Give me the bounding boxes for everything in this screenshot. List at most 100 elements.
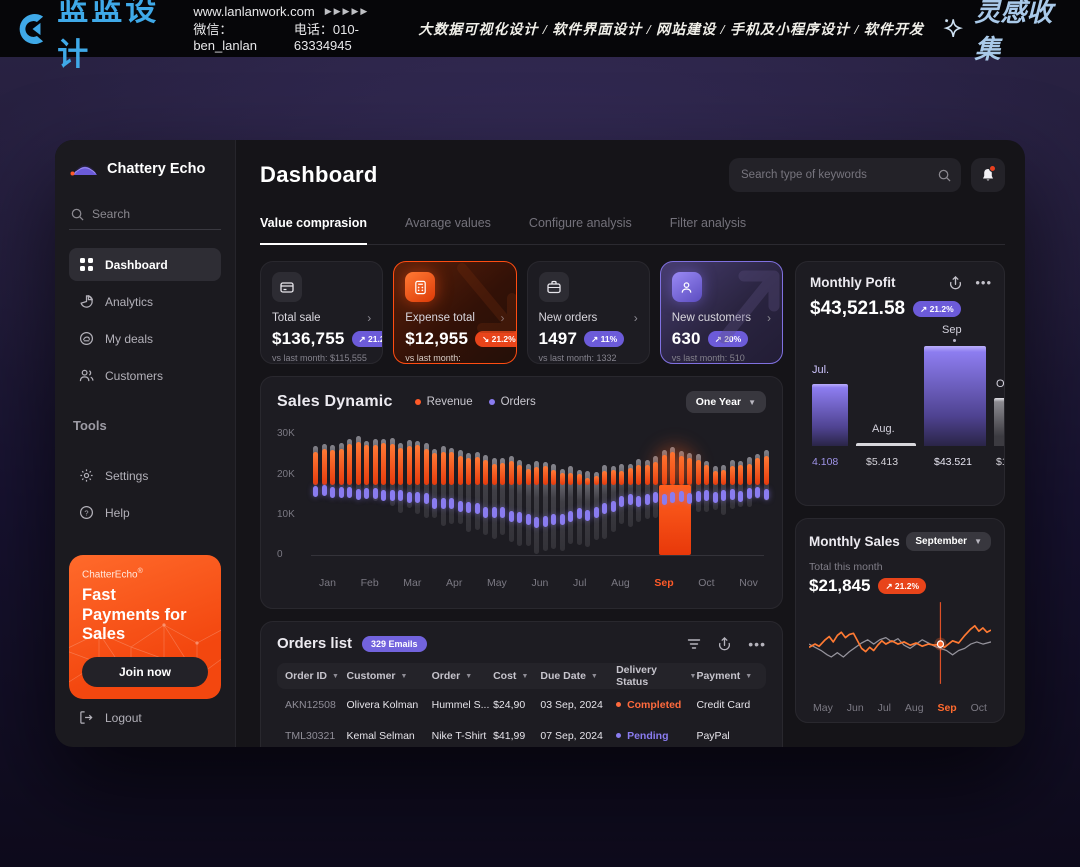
wave-bar: [602, 503, 607, 514]
sidebar: Chattery Echo Search Dashboard: [55, 140, 236, 747]
legend-orders: Orders: [489, 396, 536, 408]
x-label: Aug: [905, 702, 924, 714]
banner-services: 大数据可视化设计 / 软件界面设计 / 网站建设 / 手机及小程序设计 / 软件…: [418, 19, 924, 39]
monthly-sales-subtitle: Total this month: [809, 561, 991, 573]
wave-bar: [611, 470, 616, 484]
stat-card-expense-total[interactable]: Expense total› $12,955↘ 21.2% vs last mo…: [393, 261, 516, 364]
filter-icon[interactable]: [687, 637, 701, 651]
trend-badge: ↗ 11%: [584, 331, 624, 347]
more-icon[interactable]: •••: [975, 275, 992, 290]
wave-bar: [585, 510, 590, 521]
column-header[interactable]: Payment▼: [696, 670, 757, 682]
sidebar-item-customers[interactable]: Customers: [69, 359, 221, 392]
wave-bar: [381, 443, 386, 485]
legend-revenue: Revenue: [415, 396, 473, 408]
line-chart: [809, 600, 991, 686]
chevron-right-icon[interactable]: ›: [634, 311, 638, 325]
main-content: Dashboard: [236, 140, 1025, 747]
wave-bar: [713, 471, 718, 484]
logout-button[interactable]: Logout: [69, 704, 221, 731]
wave-bar: [713, 492, 718, 503]
grid-icon: [79, 257, 94, 272]
stat-card-total-sale[interactable]: Total sale› $136,755↗ 21.2% vs last mont…: [260, 261, 383, 364]
wave-bar: [526, 514, 531, 525]
table-row[interactable]: AKN12508Olivera KolmanHummel S...$24,900…: [277, 689, 766, 720]
wave-bar: [755, 487, 760, 498]
column-header[interactable]: Order ID▼: [285, 670, 346, 682]
marker-dot: [953, 339, 956, 342]
legend: Revenue Orders: [415, 396, 536, 408]
status-badge: Pending: [616, 730, 696, 742]
sidebar-search[interactable]: Search: [69, 201, 221, 230]
export-icon[interactable]: [948, 275, 963, 290]
wave-bar: [730, 466, 735, 484]
notifications-button[interactable]: [971, 158, 1005, 192]
wave-bar: [628, 468, 633, 485]
join-now-button[interactable]: Join now: [82, 657, 208, 687]
wave-bar: [483, 507, 488, 518]
stat-card-new-customers[interactable]: New customers› 630↗ 20% vs last month: 5…: [660, 261, 783, 364]
marker-dot: [937, 641, 943, 647]
sidebar-nav: Dashboard Analytics My deals: [69, 248, 221, 392]
sidebar-tools: Settings ? Help: [69, 459, 221, 529]
global-search[interactable]: [729, 158, 961, 192]
sidebar-item-analytics[interactable]: Analytics: [69, 285, 221, 318]
stat-cards-row: Total sale› $136,755↗ 21.2% vs last mont…: [260, 261, 783, 364]
wave-bar: [449, 498, 454, 509]
wave-bar: [568, 473, 573, 485]
monthly-profit-card: Monthly Pofit ••• $43,521.58 ↗ 21.2%: [795, 261, 1005, 506]
wave-bar: [517, 512, 522, 523]
wave-bar: [415, 445, 420, 485]
wave-bar: [398, 448, 403, 485]
wave-bar: [653, 492, 658, 503]
tab-filter-analysis[interactable]: Filter analysis: [670, 216, 746, 244]
bar-aug: [856, 443, 916, 446]
help-icon: ?: [79, 505, 94, 520]
export-icon[interactable]: [717, 636, 732, 651]
x-labels: MayJunJulAugSepOct: [809, 700, 991, 714]
app-logo-icon: [69, 160, 99, 177]
wave-bar: [347, 487, 352, 498]
monthly-profit-title: Monthly Pofit: [810, 275, 895, 290]
sidebar-item-dashboard[interactable]: Dashboard: [69, 248, 221, 281]
gear-icon: [79, 468, 94, 483]
sidebar-item-settings[interactable]: Settings: [69, 459, 221, 492]
app-brand: Chattery Echo: [69, 160, 221, 177]
range-select[interactable]: One Year▼: [686, 391, 766, 413]
bar-value: $43.521: [934, 456, 972, 468]
chevron-right-icon[interactable]: ›: [367, 311, 371, 325]
page-background: 蓝蓝设计 www.lanlanwork.com ▶▶▶▶▶ 微信：ben_lan…: [0, 0, 1080, 867]
wave-bar: [330, 450, 335, 485]
wave-bar: [636, 496, 641, 507]
tab-configure-analysis[interactable]: Configure analysis: [529, 216, 632, 244]
global-search-input[interactable]: [741, 169, 930, 181]
tools-section-label: Tools: [69, 418, 221, 433]
column-header[interactable]: Due Date▼: [540, 670, 616, 682]
sep-glow: [645, 437, 705, 497]
column-header[interactable]: Cost▼: [493, 670, 540, 682]
stat-card-new-orders[interactable]: New orders› 1497↗ 11% vs last month: 133…: [527, 261, 650, 364]
column-header[interactable]: Order▼: [432, 670, 493, 682]
month-label: Jun: [531, 577, 548, 589]
tab-avarage-values[interactable]: Avarage values: [405, 216, 491, 244]
table-row[interactable]: TML30321Kemal SelmanNike T-Shirt$41,9907…: [277, 720, 766, 747]
wave-bar: [424, 449, 429, 484]
promo-card: ChatterEcho® Fast Payments for Sales Joi…: [69, 555, 221, 699]
monthly-profit-chart: Jul. Aug. Sep Oct. 4.108 $5.413 $43.521 …: [810, 342, 1004, 468]
monthly-profit-value: $43,521.58: [810, 298, 905, 320]
chevron-down-icon: ▼: [974, 537, 982, 546]
sidebar-item-my-deals[interactable]: My deals: [69, 322, 221, 355]
chevron-down-icon: ▼: [591, 673, 598, 680]
column-header[interactable]: Delivery Status▼: [616, 664, 696, 688]
legend-dot-orders: [489, 399, 495, 405]
more-icon[interactable]: •••: [748, 636, 766, 652]
sidebar-search-placeholder: Search: [92, 207, 130, 221]
wave-bar: [356, 489, 361, 500]
wave-bar: [500, 463, 505, 485]
sidebar-item-help[interactable]: ? Help: [69, 496, 221, 529]
monthly-sales-title: Monthly Sales: [809, 534, 900, 549]
tab-value-comprasion[interactable]: Value comprasion: [260, 216, 367, 245]
wave-bar: [458, 456, 463, 485]
month-select[interactable]: September▼: [906, 532, 991, 551]
column-header[interactable]: Customer▼: [346, 670, 431, 682]
